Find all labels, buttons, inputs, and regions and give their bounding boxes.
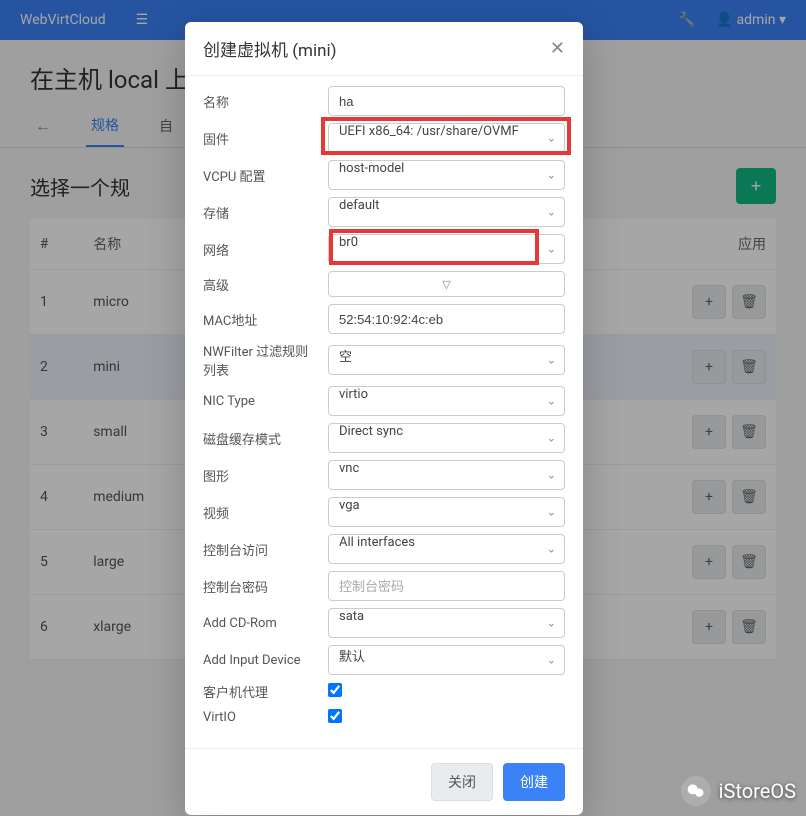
console-access-select[interactable]: All interfaces: [328, 534, 565, 564]
label-nic-type: NIC Type: [203, 394, 328, 409]
guest-agent-checkbox[interactable]: [328, 683, 342, 697]
label-cdrom: Add CD-Rom: [203, 616, 328, 631]
label-nwfilter: NWFilter 过滤规则列表: [203, 341, 328, 379]
close-button[interactable]: 关闭: [431, 763, 493, 801]
label-video: 视频: [203, 503, 328, 522]
modal-title: 创建虚拟机 (mini): [203, 36, 337, 61]
video-select[interactable]: vga: [328, 497, 565, 527]
label-disk-cache: 磁盘缓存模式: [203, 429, 328, 448]
create-vm-modal: 创建虚拟机 (mini) ✕ 名称 固件 UEFI x86_64: /usr/s…: [185, 22, 583, 815]
label-graphics: 图形: [203, 466, 328, 485]
advanced-toggle[interactable]: ▽: [328, 271, 565, 297]
network-select[interactable]: br0: [328, 234, 565, 264]
close-icon[interactable]: ✕: [550, 38, 565, 59]
label-name: 名称: [203, 92, 328, 111]
label-console-access: 控制台访问: [203, 540, 328, 559]
label-network: 网络: [203, 240, 328, 259]
nwfilter-select[interactable]: 空: [328, 345, 565, 375]
label-virtio: VirtIO: [203, 710, 328, 725]
cdrom-select[interactable]: sata: [328, 608, 565, 638]
label-mac: MAC地址: [203, 310, 328, 329]
label-vcpu: VCPU 配置: [203, 166, 328, 185]
create-button[interactable]: 创建: [503, 763, 565, 801]
console-pw-input[interactable]: [328, 571, 565, 601]
vcpu-select[interactable]: host-model: [328, 160, 565, 190]
label-console-pw: 控制台密码: [203, 577, 328, 596]
label-advanced: 高级: [203, 275, 328, 294]
label-input-device: Add Input Device: [203, 653, 328, 668]
watermark: iStoreOS: [681, 776, 796, 806]
graphics-select[interactable]: vnc: [328, 460, 565, 490]
label-storage: 存储: [203, 203, 328, 222]
wechat-icon: [681, 776, 711, 806]
nic-type-select[interactable]: virtio: [328, 386, 565, 416]
storage-select[interactable]: default: [328, 197, 565, 227]
input-device-select[interactable]: 默认: [328, 645, 565, 675]
virtio-checkbox[interactable]: [328, 709, 342, 723]
mac-input[interactable]: [328, 304, 565, 334]
label-guest-agent: 客户机代理: [203, 682, 328, 701]
firmware-select[interactable]: UEFI x86_64: /usr/share/OVMF: [328, 123, 565, 153]
label-firmware: 固件: [203, 129, 328, 148]
disk-cache-select[interactable]: Direct sync: [328, 423, 565, 453]
name-input[interactable]: [328, 86, 565, 116]
